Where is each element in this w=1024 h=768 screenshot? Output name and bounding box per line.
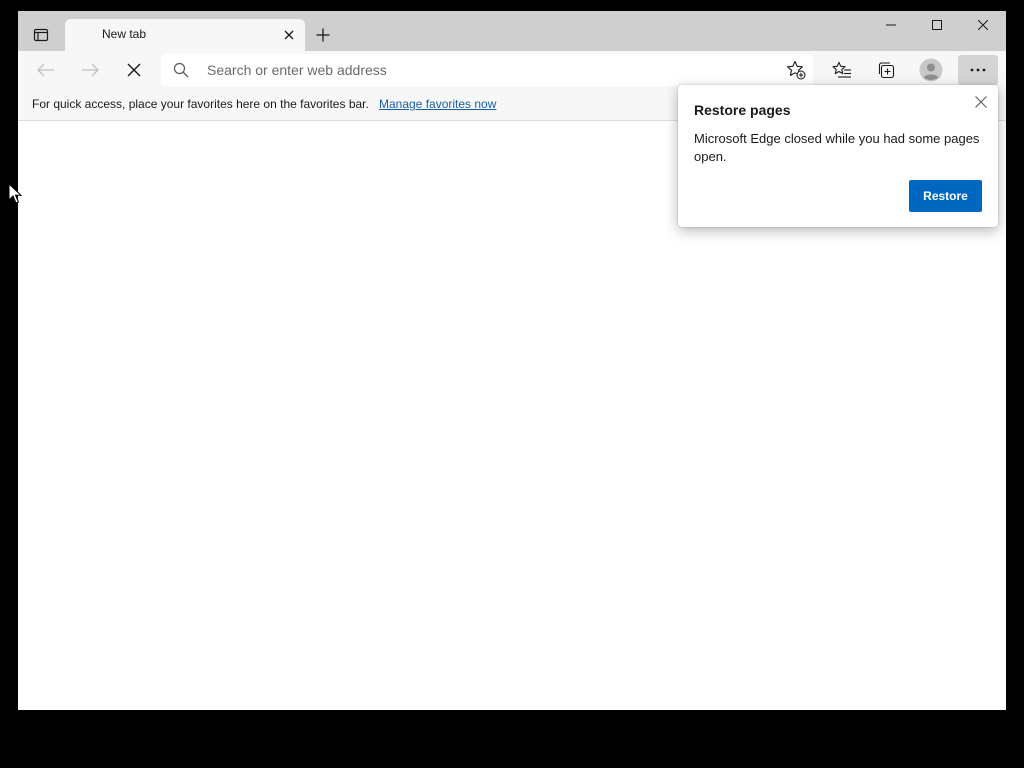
new-tab-button[interactable] xyxy=(309,21,337,49)
close-icon xyxy=(975,96,987,108)
maximize-button[interactable] xyxy=(914,11,960,39)
tab-title: New tab xyxy=(102,27,147,41)
tab-new-tab[interactable]: New tab xyxy=(65,19,305,51)
mouse-cursor-icon xyxy=(8,183,22,204)
address-bar[interactable] xyxy=(161,54,813,86)
close-icon xyxy=(127,63,141,77)
favorites-bar-message: For quick access, place your favorites h… xyxy=(32,97,369,111)
close-icon xyxy=(284,30,294,40)
window-close-button[interactable] xyxy=(960,11,1006,39)
back-button[interactable] xyxy=(31,55,61,85)
arrow-left-icon xyxy=(37,63,54,77)
collections-icon xyxy=(878,62,895,79)
minimize-icon xyxy=(886,24,896,26)
address-input[interactable] xyxy=(205,54,765,86)
profile-button[interactable] xyxy=(915,55,947,85)
manage-favorites-link[interactable]: Manage favorites now xyxy=(379,97,496,111)
tab-actions-button[interactable] xyxy=(26,21,56,49)
close-icon xyxy=(978,20,988,30)
maximize-icon xyxy=(932,20,942,30)
navigation-toolbar xyxy=(18,51,1006,88)
collections-button[interactable] xyxy=(870,55,902,85)
tab-strip: New tab xyxy=(18,11,1006,51)
tab-actions-icon xyxy=(33,28,49,42)
flyout-title: Restore pages xyxy=(694,102,791,118)
flyout-message: Microsoft Edge closed while you had some… xyxy=(694,131,980,164)
tab-close-button[interactable] xyxy=(279,25,299,45)
star-add-icon xyxy=(787,60,806,80)
restore-pages-flyout: Restore pages Microsoft Edge closed whil… xyxy=(678,85,998,227)
flyout-close-button[interactable] xyxy=(972,93,990,111)
plus-icon xyxy=(316,28,330,42)
profile-icon xyxy=(919,58,943,82)
stop-loading-button[interactable] xyxy=(119,55,149,85)
minimize-button[interactable] xyxy=(868,11,914,39)
favorites-button[interactable] xyxy=(826,55,858,85)
forward-button[interactable] xyxy=(75,55,105,85)
more-icon xyxy=(970,68,986,72)
add-favorite-button[interactable] xyxy=(785,59,807,81)
restore-button[interactable]: Restore xyxy=(909,180,982,212)
favorites-list-icon xyxy=(832,61,851,78)
search-icon xyxy=(173,62,189,78)
settings-and-more-button[interactable] xyxy=(958,55,998,85)
arrow-right-icon xyxy=(82,63,99,77)
